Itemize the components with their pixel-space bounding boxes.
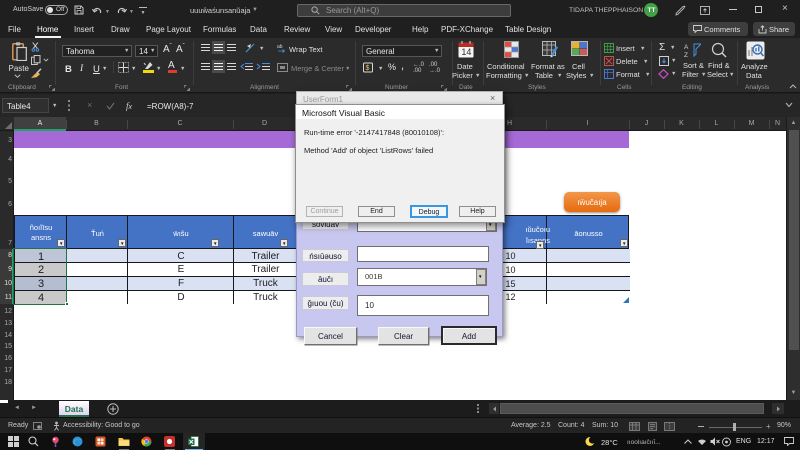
svg-text:A: A — [684, 44, 689, 51]
svg-text:ab: ab — [277, 44, 283, 50]
svg-text:14: 14 — [461, 47, 471, 57]
svg-text:Z: Z — [684, 52, 688, 59]
svg-text:$: $ — [366, 65, 370, 72]
